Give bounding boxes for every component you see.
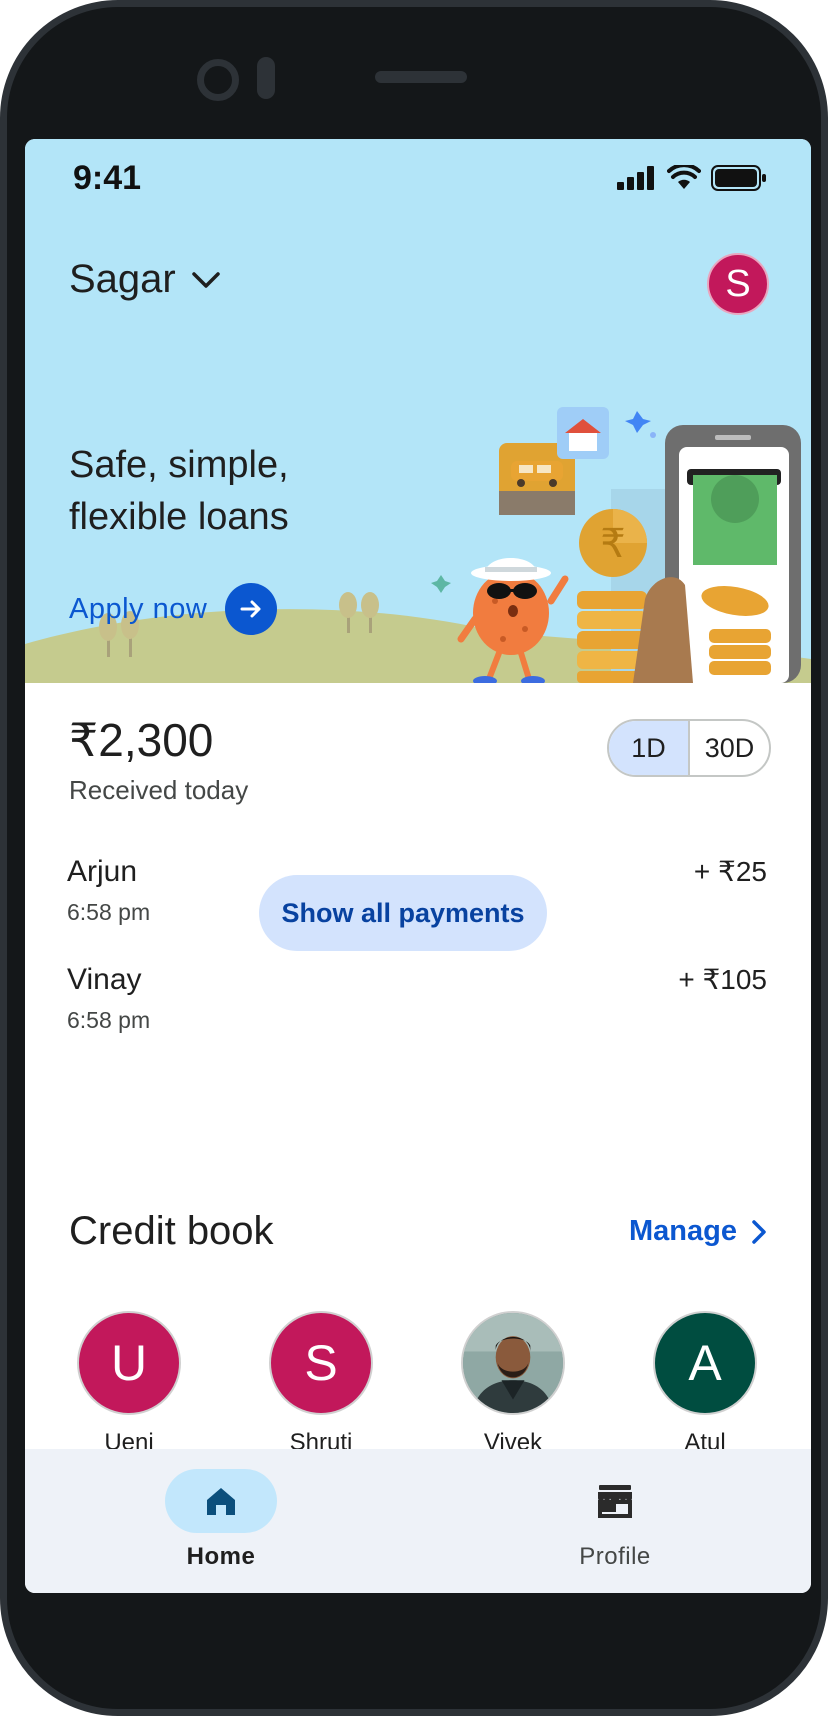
contact-item[interactable]: U Ueni bbox=[77, 1311, 181, 1457]
phone-frame: ₹ 9:41 Sagar S Safe, simple, flexible lo… bbox=[0, 0, 828, 1716]
person-photo bbox=[463, 1313, 563, 1413]
chevron-down-icon bbox=[192, 271, 220, 288]
bottom-navigation: Home Profile bbox=[25, 1449, 811, 1593]
battery-icon bbox=[711, 165, 766, 191]
payer-name: Vinay bbox=[67, 963, 142, 996]
earpiece-speaker bbox=[375, 71, 467, 83]
promo-title: Safe, simple, flexible loans bbox=[69, 444, 289, 538]
loan-promo-banner: ₹ 9:41 Sagar S Safe, simple, flexible lo… bbox=[25, 139, 811, 683]
credit-book-title: Credit book bbox=[69, 1209, 274, 1253]
arrow-right-icon[interactable] bbox=[225, 583, 278, 635]
range-toggle: 1D 30D bbox=[607, 719, 771, 777]
nav-profile[interactable]: Profile bbox=[515, 1469, 715, 1571]
status-time: 9:41 bbox=[73, 159, 142, 197]
contact-photo bbox=[461, 1311, 565, 1415]
nav-home[interactable]: Home bbox=[121, 1469, 321, 1571]
contact-avatar: U bbox=[77, 1311, 181, 1415]
status-icons bbox=[617, 165, 767, 191]
nav-profile-label: Profile bbox=[579, 1543, 651, 1570]
svg-text:₹: ₹ bbox=[600, 522, 625, 566]
contact-item[interactable]: A Atul bbox=[653, 1311, 757, 1457]
payment-amount: + ₹25 bbox=[693, 856, 767, 887]
range-30d[interactable]: 30D bbox=[690, 721, 769, 775]
payment-row[interactable]: Vinay 6:58 pm + ₹105 bbox=[67, 963, 767, 1034]
chevron-right-icon bbox=[752, 1219, 766, 1244]
apply-now-link[interactable]: Apply now bbox=[69, 583, 278, 635]
received-amount: ₹2,300 bbox=[69, 714, 214, 766]
nav-home-label: Home bbox=[186, 1543, 256, 1570]
contact-avatar: S bbox=[269, 1311, 373, 1415]
app-screen: ₹ 9:41 Sagar S Safe, simple, flexible lo… bbox=[25, 139, 811, 1593]
signal-icon bbox=[617, 166, 654, 190]
front-camera bbox=[197, 59, 239, 101]
credit-contacts: U Ueni S Shruti Vivek A Atul bbox=[77, 1311, 767, 1456]
contact-item[interactable]: S Shruti bbox=[269, 1311, 373, 1457]
home-icon bbox=[165, 1469, 277, 1533]
payment-time: 6:58 pm bbox=[67, 1007, 151, 1033]
contact-item[interactable]: Vivek bbox=[461, 1311, 565, 1457]
proximity-sensor bbox=[257, 57, 275, 99]
contact-avatar: A bbox=[653, 1311, 757, 1415]
profile-avatar[interactable]: S bbox=[707, 253, 769, 315]
show-all-payments-button[interactable]: Show all payments bbox=[259, 875, 547, 951]
account-switcher[interactable]: Sagar bbox=[69, 257, 222, 302]
account-name: Sagar bbox=[69, 257, 176, 301]
manage-label: Manage bbox=[629, 1215, 737, 1247]
payment-amount: + ₹105 bbox=[678, 964, 767, 995]
wifi-icon bbox=[667, 165, 701, 189]
manage-link[interactable]: Manage bbox=[629, 1215, 767, 1248]
apply-now-label: Apply now bbox=[69, 592, 208, 625]
range-1d[interactable]: 1D bbox=[609, 721, 688, 775]
storefront-icon bbox=[559, 1469, 671, 1533]
received-label: Received today bbox=[69, 775, 249, 805]
